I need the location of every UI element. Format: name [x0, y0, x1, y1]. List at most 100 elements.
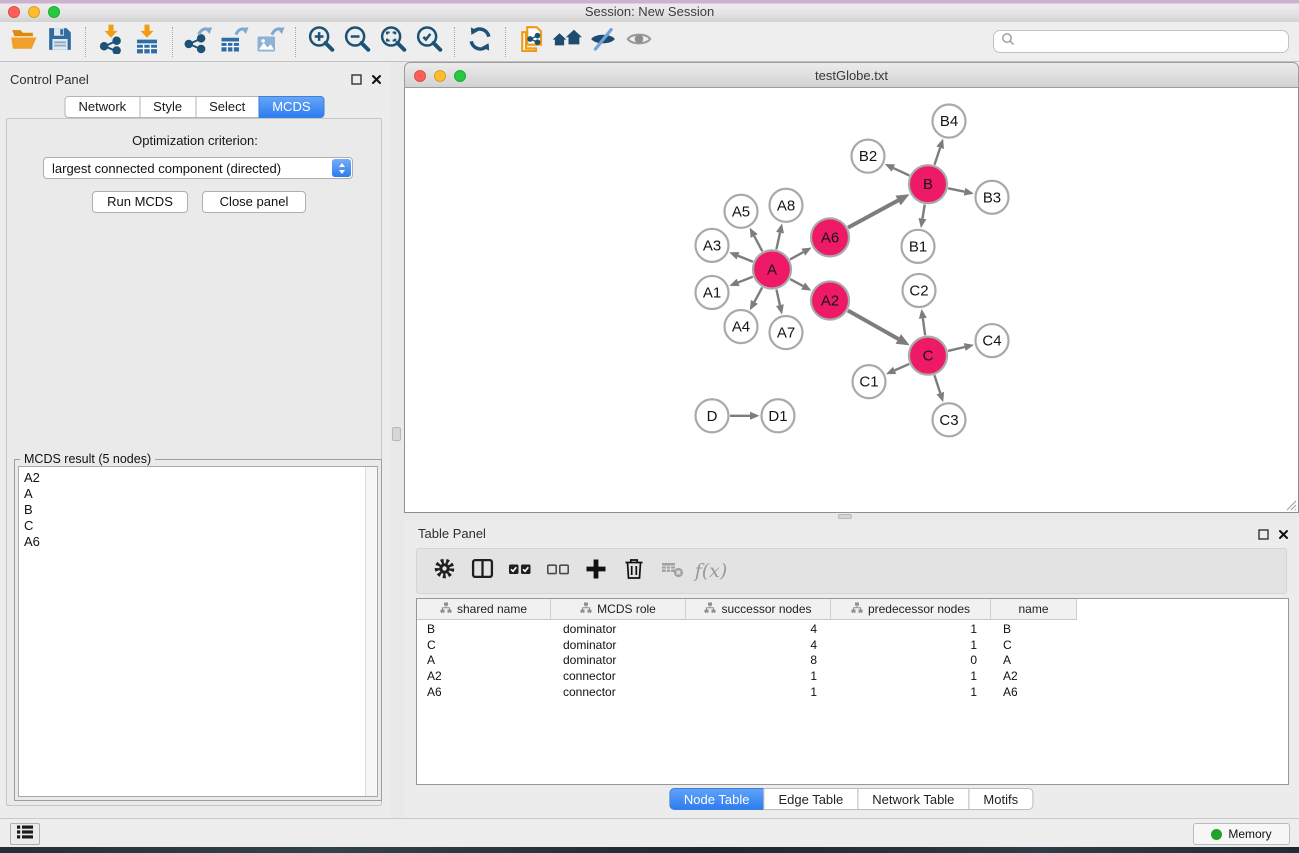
zoom-in-button[interactable] [303, 25, 339, 59]
export-network-button[interactable] [180, 25, 216, 59]
import-network-button[interactable] [93, 25, 129, 59]
float-panel-icon[interactable] [1258, 527, 1269, 545]
column-header-predecessor-nodes[interactable]: predecessor nodes [831, 599, 991, 620]
table-row[interactable]: A2connector11A2 [417, 669, 1288, 685]
optimization-criterion-value: largest connected component (directed) [44, 161, 332, 176]
table-cell[interactable]: dominator [563, 638, 684, 654]
table-row[interactable]: Bdominator41 B [417, 622, 1288, 638]
deselect-all-button[interactable] [541, 554, 575, 588]
table-cell[interactable]: 1 [686, 669, 817, 685]
divider-handle[interactable] [838, 514, 852, 519]
node-table[interactable]: shared nameMCDS rolesuccessor nodesprede… [416, 598, 1289, 785]
close-panel-icon[interactable] [1278, 527, 1289, 545]
tab-network[interactable]: Network [64, 96, 140, 118]
result-list-scrollbar[interactable] [365, 467, 377, 796]
mcds-result-item[interactable]: A2 [24, 470, 377, 486]
column-header-MCDS-role[interactable]: MCDS role [551, 599, 686, 620]
tab-network-table[interactable]: Network Table [857, 788, 969, 810]
export-image-button[interactable] [252, 25, 288, 59]
mcds-result-item[interactable]: A [24, 486, 377, 502]
table-cell[interactable]: A6 [1003, 685, 1075, 701]
table-cell[interactable]: connector [563, 669, 684, 685]
column-header-shared-name[interactable]: shared name [417, 599, 551, 620]
table-cell[interactable]: A [1003, 653, 1075, 669]
graph-edge [754, 287, 762, 301]
add-column-button[interactable] [579, 554, 613, 588]
zoom-fit-button[interactable] [375, 25, 411, 59]
duplicate-network-button[interactable] [513, 25, 549, 59]
tab-node-table[interactable]: Node Table [669, 788, 765, 810]
resize-grip-icon[interactable] [1283, 497, 1297, 511]
tab-mcds[interactable]: MCDS [258, 96, 324, 118]
table-row[interactable]: A6connector11A6 [417, 685, 1288, 701]
function-builder-button[interactable]: f(x) [693, 554, 727, 588]
open-file-button[interactable] [6, 25, 42, 59]
search-field[interactable] [993, 30, 1289, 53]
table-cell[interactable]: 1 [686, 685, 817, 701]
horizontal-split-divider[interactable] [404, 513, 1299, 520]
table-cell[interactable]: B [427, 622, 547, 638]
tab-select[interactable]: Select [195, 96, 259, 118]
tab-motifs[interactable]: Motifs [968, 788, 1033, 810]
delete-table-button[interactable] [655, 554, 689, 588]
float-panel-icon[interactable] [351, 72, 362, 90]
table-cell[interactable]: A2 [427, 669, 547, 685]
save-session-button[interactable] [42, 25, 78, 59]
mcds-result-list[interactable]: A2ABCA6 [18, 466, 378, 797]
tab-edge-table[interactable]: Edge Table [763, 788, 858, 810]
graph-edge [948, 347, 965, 351]
show-columns-button[interactable] [465, 554, 499, 588]
table-cell[interactable]: 8 [686, 653, 817, 669]
table-row[interactable]: Cdominator41 C [417, 638, 1288, 654]
table-cell[interactable]: 1 [831, 638, 977, 654]
table-cell[interactable]: connector [563, 685, 684, 701]
zoom-selected-button[interactable] [411, 25, 447, 59]
table-cell[interactable]: dominator [563, 622, 684, 638]
run-mcds-button[interactable]: Run MCDS [92, 191, 188, 213]
table-cell[interactable]: 4 [686, 638, 817, 654]
table-cell[interactable]: 1 [831, 669, 977, 685]
optimization-criterion-select[interactable]: largest connected component (directed) [43, 157, 353, 179]
graph-edge-arrow-icon [936, 139, 944, 149]
table-cell[interactable]: 1 [831, 622, 977, 638]
search-input[interactable] [1019, 32, 1288, 52]
table-cell[interactable]: dominator [563, 653, 684, 669]
memory-label: Memory [1228, 827, 1271, 841]
delete-column-button[interactable] [617, 554, 651, 588]
show-graphics-button[interactable] [621, 25, 657, 59]
table-cell[interactable]: B [1003, 622, 1075, 638]
table-cell[interactable]: C [427, 638, 547, 654]
mcds-result-item[interactable]: A6 [24, 534, 377, 550]
table-cell[interactable]: A6 [427, 685, 547, 701]
table-cell[interactable]: 0 [831, 653, 977, 669]
network-canvas[interactable]: B4B2BB3A8A5A6A3B1AC2A1A2A4A7C4CC1DD1C3 [404, 88, 1299, 513]
vertical-split-divider[interactable] [390, 62, 404, 818]
close-panel-icon[interactable] [371, 72, 382, 90]
select-all-button[interactable] [503, 554, 537, 588]
refresh-view-button[interactable] [462, 25, 498, 59]
divider-handle[interactable] [392, 427, 401, 441]
home-layout-button[interactable] [549, 25, 585, 59]
column-header-successor-nodes[interactable]: successor nodes [686, 599, 831, 620]
table-cell[interactable]: C [1003, 638, 1075, 654]
network-window-titlebar[interactable]: testGlobe.txt [404, 62, 1299, 88]
memory-button[interactable]: Memory [1193, 823, 1290, 845]
table-row[interactable]: Adominator80 A [417, 653, 1288, 669]
export-table-button[interactable] [216, 25, 252, 59]
table-cell[interactable]: 4 [686, 622, 817, 638]
table-cell[interactable]: A2 [1003, 669, 1075, 685]
mcds-result-item[interactable]: B [24, 502, 377, 518]
show-panels-button[interactable] [10, 823, 40, 845]
settings-gear-button[interactable] [427, 554, 461, 588]
hide-graphics-button[interactable] [585, 25, 621, 59]
mcds-result-item[interactable]: C [24, 518, 377, 534]
import-table-button[interactable] [129, 25, 165, 59]
table-cell[interactable]: A [427, 653, 547, 669]
close-panel-button[interactable]: Close panel [202, 191, 306, 213]
table-cell[interactable]: 1 [831, 685, 977, 701]
network-graph[interactable]: B4B2BB3A8A5A6A3B1AC2A1A2A4A7C4CC1DD1C3 [405, 88, 1298, 512]
zoom-out-button[interactable] [339, 25, 375, 59]
tab-style[interactable]: Style [139, 96, 196, 118]
graph-edge [790, 252, 803, 259]
column-header-name[interactable]: name [991, 599, 1077, 620]
